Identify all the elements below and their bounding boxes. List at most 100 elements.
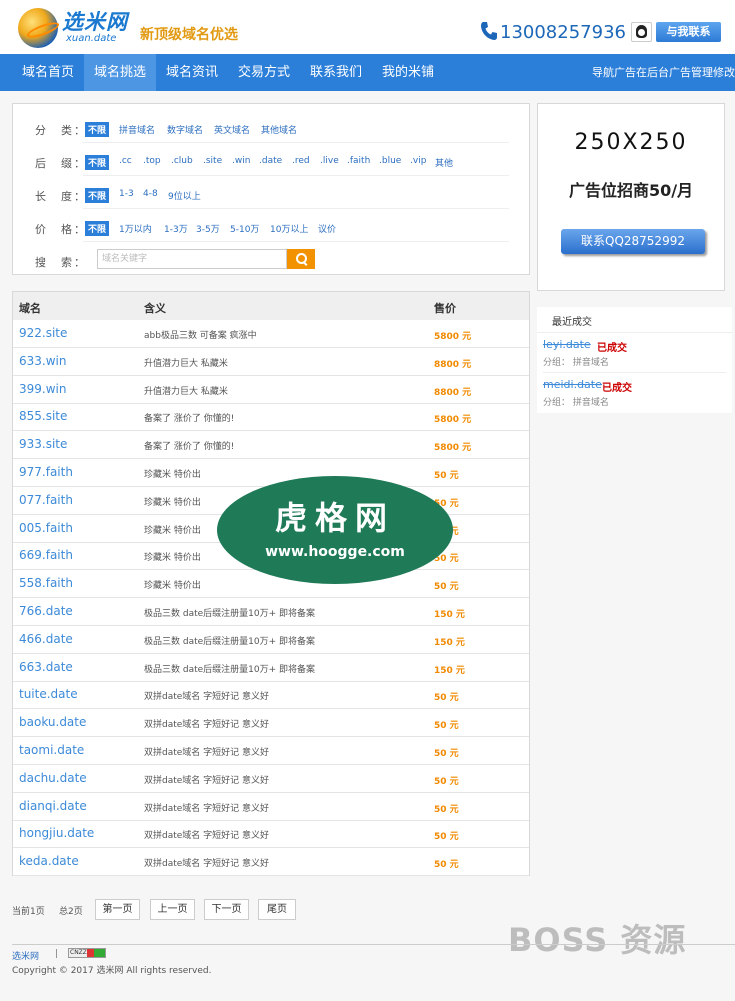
domain-name-link[interactable]: dachu.date — [19, 771, 87, 785]
table-row[interactable]: keda.date 双拼date域名 字短好记 意义好 50 元 — [13, 848, 529, 877]
filter-option[interactable]: .site — [203, 156, 222, 166]
domain-name-link[interactable]: 977.faith — [19, 465, 73, 479]
filter-option[interactable]: 数字域名 — [167, 123, 203, 136]
domain-description: 珍藏米 特价出 — [144, 470, 201, 480]
domain-name-link[interactable]: tuite.date — [19, 687, 78, 701]
domain-name-link[interactable]: 663.date — [19, 660, 73, 674]
domain-name-link[interactable]: 466.date — [19, 632, 73, 646]
nav-item-contact[interactable]: 联系我们 — [300, 54, 372, 91]
domain-name-link[interactable]: 855.site — [19, 409, 67, 423]
table-row[interactable]: 633.win 升值潜力巨大 私藏米 8800 元 — [13, 348, 529, 376]
filter-option[interactable]: .red — [292, 156, 310, 166]
table-row[interactable]: 663.date 极品三数 date后缀注册量10万+ 即将备案 150 元 — [13, 654, 529, 682]
domain-name-link[interactable]: 077.faith — [19, 493, 73, 507]
table-row[interactable]: 466.date 极品三数 date后缀注册量10万+ 即将备案 150 元 — [13, 626, 529, 654]
nav-item-news[interactable]: 域名资讯 — [156, 54, 228, 91]
next-page-button[interactable]: 下一页 — [204, 899, 249, 920]
search-icon[interactable] — [287, 249, 315, 269]
domain-name-link[interactable]: keda.date — [19, 854, 79, 868]
domain-description: 双拼date域名 字短好记 意义好 — [144, 831, 270, 842]
nav-item-my-shop[interactable]: 我的米铺 — [372, 54, 444, 91]
filter-row-category: 分 类： 不限 拼音域名 数字域名 英文域名 其他域名 — [13, 110, 531, 143]
domain-description: 双拼date域名 字短好记 意义好 — [144, 803, 270, 814]
watermark-title: 虎格网 — [274, 499, 395, 537]
domain-name-link[interactable]: 633.win — [19, 354, 66, 368]
filter-option[interactable]: .club — [171, 156, 193, 166]
filter-option[interactable]: .top — [143, 156, 161, 166]
search-input[interactable]: 域名关键字 — [97, 249, 287, 269]
first-page-button[interactable]: 第一页 — [95, 899, 140, 920]
prev-page-button[interactable]: 上一页 — [150, 899, 195, 920]
domain-name-link[interactable]: 933.site — [19, 437, 67, 451]
table-row[interactable]: baoku.date 双拼date域名 字短好记 意义好 50 元 — [13, 709, 529, 738]
table-row[interactable]: 922.site abb极品三数 可备案 疯涨中 5800 元 — [13, 320, 529, 348]
domain-name-link[interactable]: 399.win — [19, 382, 66, 396]
filter-option[interactable]: 其他 — [435, 156, 453, 169]
table-row[interactable]: dachu.date 双拼date域名 字短好记 意义好 50 元 — [13, 765, 529, 793]
filter-option[interactable]: .date — [259, 156, 282, 166]
nav-item-home[interactable]: 域名首页 — [12, 54, 84, 91]
table-row[interactable]: 855.site 备案了 涨价了 你懂的! 5800 元 — [13, 403, 529, 432]
qq-icon[interactable] — [631, 22, 652, 42]
filter-option[interactable]: 3-5万 — [196, 222, 220, 235]
last-page-button[interactable]: 尾页 — [258, 899, 296, 920]
nav-ad-note[interactable]: 导航广告在后台广告管理修改 — [592, 54, 735, 91]
filter-option[interactable]: 1万以内 — [119, 222, 152, 235]
table-row[interactable]: 933.site 备案了 涨价了 你懂的! 5800 元 — [13, 431, 529, 460]
filter-option[interactable]: 10万以上 — [270, 222, 308, 235]
domain-name-link[interactable]: 766.date — [19, 604, 73, 618]
filter-option[interactable]: .blue — [379, 156, 401, 166]
filter-option[interactable]: 不限 — [85, 221, 110, 236]
filter-option[interactable]: 1-3万 — [164, 222, 188, 235]
domain-name-link[interactable]: 558.faith — [19, 576, 73, 590]
filter-option[interactable]: .vip — [410, 156, 426, 166]
ad-box[interactable]: 250X250 广告位招商50/月 联系QQ28752992 — [537, 103, 725, 291]
filter-option[interactable]: .cc — [119, 156, 132, 166]
domain-name-link[interactable]: baoku.date — [19, 715, 86, 729]
filter-option[interactable]: 不限 — [85, 188, 110, 203]
filter-panel: 分 类： 不限 拼音域名 数字域名 英文域名 其他域名 后 缀： 不限 .cc … — [12, 103, 530, 275]
cnzz-badge[interactable]: CNZZ — [68, 948, 106, 958]
filter-option[interactable]: 不限 — [85, 122, 110, 137]
filter-option[interactable]: 英文域名 — [214, 123, 250, 136]
filter-option[interactable]: .live — [320, 156, 339, 166]
filter-option[interactable]: 1-3 — [119, 189, 134, 199]
domain-name-link[interactable]: 669.faith — [19, 548, 73, 562]
filter-option[interactable]: 9位以上 — [168, 189, 201, 202]
list-item: meidi.date 已成交 分组： 拼音域名 — [543, 375, 726, 413]
table-row[interactable]: hongjiu.date 双拼date域名 字短好记 意义好 50 元 — [13, 820, 529, 849]
filter-option[interactable]: 5-10万 — [230, 222, 259, 235]
contact-me-button[interactable]: 与我联系 — [656, 22, 721, 42]
globe-logo-icon[interactable] — [18, 8, 58, 48]
domain-name-link[interactable]: 005.faith — [19, 521, 73, 535]
table-row[interactable]: 399.win 升值潜力巨大 私藏米 8800 元 — [13, 376, 529, 404]
filter-option[interactable]: 4-8 — [143, 189, 158, 199]
filter-label: 价 格： — [35, 223, 87, 236]
filter-option[interactable]: 不限 — [85, 155, 110, 170]
filter-option[interactable]: .win — [232, 156, 250, 166]
filter-option[interactable]: 其他域名 — [261, 123, 297, 136]
nav-item-trade[interactable]: 交易方式 — [228, 54, 300, 91]
table-row[interactable]: 977.faith 珍藏米 特价出 50 元 — [13, 459, 529, 487]
ad-contact-button[interactable]: 联系QQ28752992 — [561, 229, 705, 254]
domain-name-link[interactable]: hongjiu.date — [19, 826, 94, 840]
filter-option[interactable]: 议价 — [318, 222, 336, 235]
logo-text[interactable]: 选米网 — [62, 6, 128, 36]
domain-description: 双拼date域名 字短好记 意义好 — [144, 859, 270, 870]
deal-domain[interactable]: meidi.date — [543, 378, 602, 391]
table-row[interactable]: dianqi.date 双拼date域名 字短好记 意义好 50 元 — [13, 793, 529, 821]
table-row[interactable]: tuite.date 双拼date域名 字短好记 意义好 50 元 — [13, 681, 529, 710]
domain-name-link[interactable]: dianqi.date — [19, 799, 87, 813]
filter-option[interactable]: .faith — [347, 156, 370, 166]
divider — [543, 372, 726, 373]
domain-price: 50 元 — [434, 804, 459, 815]
filter-option[interactable]: 拼音域名 — [119, 123, 155, 136]
domain-price: 150 元 — [434, 665, 465, 676]
table-row[interactable]: 766.date 极品三数 date后缀注册量10万+ 即将备案 150 元 — [13, 598, 529, 626]
table-row[interactable]: taomi.date 双拼date域名 字短好记 意义好 50 元 — [13, 737, 529, 765]
domain-name-link[interactable]: taomi.date — [19, 743, 84, 757]
domain-name-link[interactable]: 922.site — [19, 326, 67, 340]
footer-site-link[interactable]: 选米网 — [12, 949, 39, 962]
nav-item-domain-select[interactable]: 域名挑选 — [84, 54, 156, 91]
deal-domain[interactable]: leyi.date — [543, 338, 591, 351]
